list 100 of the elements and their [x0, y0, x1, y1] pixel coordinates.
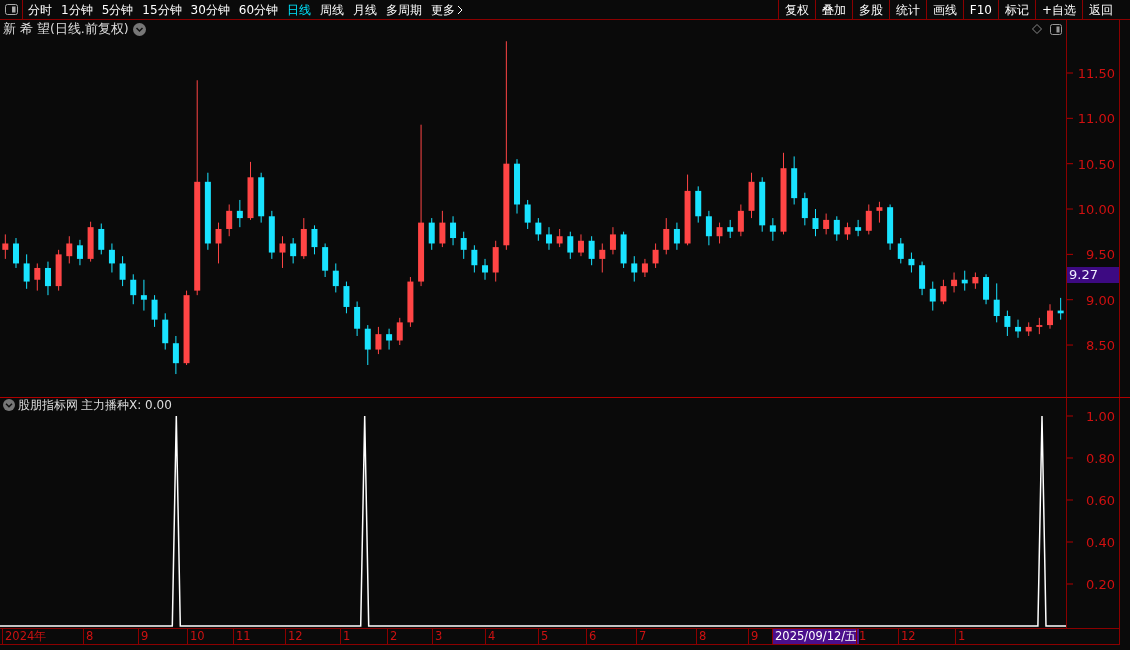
period-tab[interactable]: 周线 — [320, 0, 345, 19]
candle — [791, 155, 798, 205]
date-label: 11 — [233, 629, 253, 644]
candle — [130, 273, 137, 305]
more-button[interactable]: 更多 — [431, 0, 464, 19]
dropdown-icon[interactable] — [3, 399, 15, 411]
toolbar-button[interactable]: 统计 — [888, 0, 926, 19]
candle — [108, 243, 115, 273]
price-label: 9.50 — [1086, 247, 1115, 263]
indicator-value-label: 1.00 — [1086, 412, 1115, 424]
candle — [695, 185, 702, 224]
date-label: 2024年 — [2, 629, 49, 644]
candle — [865, 204, 872, 235]
candle — [759, 176, 766, 233]
date-label: 2025/09/12/五 — [772, 629, 860, 644]
date-label: 7 — [636, 629, 649, 644]
candle — [919, 261, 926, 296]
candle — [940, 279, 947, 305]
candle — [119, 255, 126, 287]
candle — [546, 226, 552, 251]
candle — [716, 222, 723, 244]
candle — [343, 281, 350, 314]
price-label: 11.50 — [1077, 66, 1115, 81]
candle — [215, 222, 222, 264]
candle — [567, 231, 574, 260]
candle — [2, 233, 9, 260]
period-tab[interactable]: 1分钟 — [61, 0, 93, 19]
candle — [460, 231, 467, 260]
candle — [1015, 319, 1022, 339]
candle — [705, 210, 712, 246]
toolbar-button[interactable]: 画线 — [925, 0, 963, 19]
dropdown-icon[interactable] — [132, 22, 146, 36]
toolbar-button[interactable]: 复权 — [777, 0, 815, 19]
candle — [268, 210, 275, 260]
candle — [833, 215, 840, 242]
date-label: 5 — [538, 629, 551, 644]
candle — [1047, 303, 1053, 330]
candle — [748, 172, 755, 219]
candle — [396, 317, 403, 346]
period-tab[interactable]: 15分钟 — [142, 0, 182, 19]
date-label: 2 — [387, 629, 400, 644]
toolbar-button[interactable]: 返回 — [1082, 0, 1119, 19]
indicator-value-label: 0.80 — [1086, 451, 1115, 466]
candle — [599, 243, 606, 273]
candle — [332, 262, 339, 293]
period-tab[interactable]: 分时 — [28, 0, 52, 19]
period-tab[interactable]: 5分钟 — [101, 0, 134, 19]
candle — [247, 161, 254, 221]
date-label: 12 — [285, 629, 305, 644]
candle — [801, 192, 808, 226]
candle — [514, 158, 520, 215]
candle — [66, 235, 73, 264]
candle — [577, 233, 584, 257]
candle — [226, 204, 233, 237]
toolbar-button[interactable]: 叠加 — [814, 0, 852, 19]
price-label: 11.00 — [1077, 111, 1115, 127]
candle — [55, 249, 62, 292]
period-tab[interactable]: 日线 — [287, 0, 312, 19]
date-label: 3 — [432, 629, 445, 644]
indicator-title: 股朋指标网 — [18, 397, 78, 414]
toolbar-button[interactable]: 多股 — [851, 0, 889, 19]
date-label: 8 — [696, 629, 709, 644]
indicator-value-label: 0.60 — [1086, 493, 1115, 508]
period-tab[interactable]: 多周期 — [386, 0, 423, 19]
date-label: 9 — [138, 629, 151, 644]
date-label: 4 — [485, 629, 498, 644]
candle — [34, 262, 41, 292]
candle — [929, 281, 936, 312]
candle — [300, 217, 307, 260]
date-label: 8 — [83, 629, 96, 644]
date-label: 1 — [856, 629, 869, 644]
date-label: 1 — [955, 629, 968, 644]
candle — [1004, 310, 1011, 337]
date-label: 9 — [748, 629, 761, 644]
candle — [641, 258, 648, 278]
candle — [450, 215, 457, 246]
candle — [855, 219, 862, 237]
chevron-right-icon — [457, 4, 464, 15]
candle — [140, 279, 147, 312]
date-label: 12 — [898, 629, 918, 644]
candle — [311, 224, 318, 255]
candle — [609, 226, 616, 255]
candle — [428, 217, 435, 251]
period-tab[interactable]: 月线 — [353, 0, 378, 19]
candle — [290, 237, 297, 264]
candle — [983, 273, 990, 305]
candle — [375, 326, 382, 355]
candle — [172, 335, 179, 375]
candle — [471, 244, 478, 273]
toolbar-button[interactable]: F10 — [962, 0, 998, 19]
period-tab[interactable]: 30分钟 — [190, 0, 230, 19]
candle — [961, 270, 968, 292]
toolbar-button[interactable]: +自选 — [1034, 0, 1082, 19]
panel-toggle-icon[interactable] — [1050, 23, 1062, 35]
candle — [1036, 317, 1043, 335]
candle — [364, 324, 371, 366]
candle — [76, 239, 83, 266]
toolbar-button[interactable]: 标记 — [997, 0, 1035, 19]
period-tab[interactable]: 60分钟 — [238, 0, 279, 19]
candle — [951, 272, 958, 293]
